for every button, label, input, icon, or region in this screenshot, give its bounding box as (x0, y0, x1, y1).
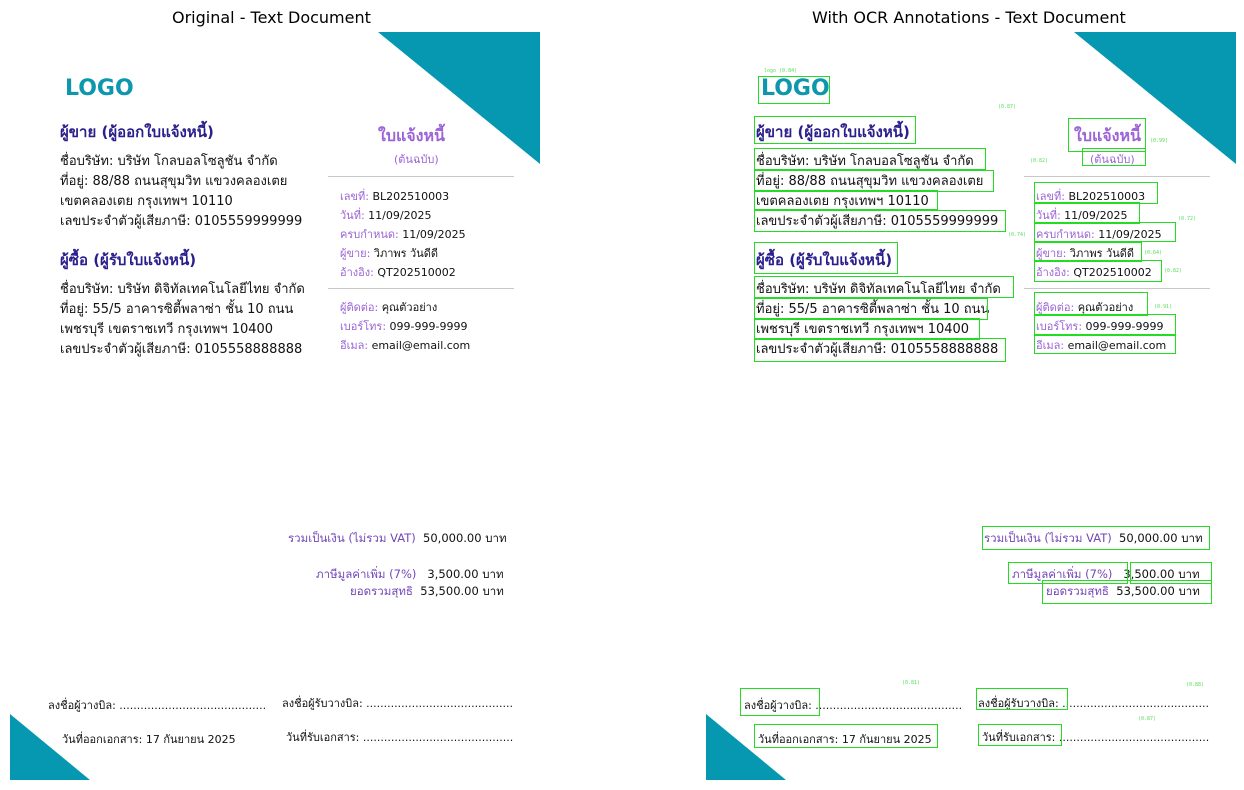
seller-line: ที่อยู่: 88/88 ถนนสุขุมวิท แขวงคลองเตย (60, 174, 288, 189)
annotated-document: LOGO ผู้ขาย (ผู้ออกใบแจ้งหนี้) ชื่อบริษั… (706, 32, 1236, 780)
contact-row: เบอร์โทร: 099-999-9999 (340, 320, 468, 333)
meta-row: อ้างอิง: QT202510002 (340, 266, 456, 279)
ocr-label: (0.88) (1186, 682, 1205, 688)
divider (328, 176, 514, 177)
contact-row: อีเมล: email@email.com (340, 339, 471, 352)
ocr-box (982, 526, 1210, 550)
ocr-box (1034, 202, 1140, 224)
left-panel-title: Original - Text Document (172, 8, 371, 27)
invoice-title: ใบแจ้งหนี้ (378, 126, 445, 145)
biller-signature: ลงชื่อผู้วางบิล: .......................… (48, 699, 267, 712)
seller-line: เลขประจำตัวผู้เสียภาษี: 0105559999999 (60, 214, 303, 229)
buyer-line: ที่อยู่: 55/5 อาคารซิตี้พลาซ่า ชั้น 10 ถ… (60, 302, 294, 317)
ocr-box (754, 318, 980, 340)
ocr-box (1034, 242, 1142, 262)
meta-row: ครบกำหนด: 11/09/2025 (340, 228, 466, 241)
buyer-line: เพชรบุรี เขตราชเทวี กรุงเทพฯ 10400 (60, 322, 274, 337)
right-panel-title: With OCR Annotations - Text Document (812, 8, 1126, 27)
meta-row: ผู้ขาย: วิภาพร วันดีดี (340, 247, 439, 260)
meta-row: วันที่: 11/09/2025 (340, 209, 432, 222)
ocr-box (1042, 580, 1212, 604)
ocr-label: (0.72) (1178, 216, 1197, 222)
receive-date: วันที่รับเอกสาร: .......................… (286, 731, 514, 744)
ocr-box (754, 190, 938, 210)
ocr-label: (0.87) (998, 104, 1017, 110)
invoice-subtitle: (ต้นฉบับ) (394, 153, 439, 166)
ocr-box (758, 76, 830, 104)
ocr-box (978, 724, 1062, 746)
company-logo: LOGO (65, 76, 134, 101)
seller-line: ชื่อบริษัท: บริษัท โกลบอลโซลูชัน จำกัด (60, 154, 278, 169)
ocr-box (1034, 292, 1148, 316)
total-row: ยอดรวมสุทธิ 53,500.00 บาท (350, 584, 504, 598)
ocr-box (754, 116, 916, 144)
ocr-label: (0.74) (1008, 232, 1027, 238)
ocr-label: (0.82) (1030, 158, 1049, 164)
ocr-label: (0.64) (1144, 250, 1163, 256)
ocr-label: (0.82) (1164, 268, 1183, 274)
buyer-line: เลขประจำตัวผู้เสียภาษี: 0105558888888 (60, 342, 303, 357)
ocr-box (1034, 334, 1176, 354)
seller-heading: ผู้ขาย (ผู้ออกใบแจ้งหนี้) (60, 123, 214, 141)
seller-line: เขตคลองเตย กรุงเทพฯ 10110 (60, 194, 233, 209)
ocr-box (976, 688, 1068, 710)
divider (1024, 288, 1210, 289)
buyer-heading: ผู้ซื้อ (ผู้รับใบแจ้งหนี้) (60, 251, 197, 269)
ocr-box (740, 688, 820, 716)
contact-row: ผู้ติดต่อ: คุณตัวอย่าง (340, 301, 438, 314)
buyer-line: ชื่อบริษัท: บริษัท ดิจิทัลเทคโนโลยีไทย จ… (60, 282, 305, 297)
ocr-box (1034, 314, 1176, 336)
total-row: ภาษีมูลค่าเพิ่ม (7%) 3,500.00 บาท (316, 567, 504, 581)
ocr-box (754, 298, 988, 320)
ocr-label: (0.81) (902, 680, 921, 686)
receiver-signature: ลงชื่อผู้รับวางบิล: ....................… (282, 697, 514, 710)
ocr-box (754, 724, 938, 748)
ocr-label: (0.91) (1154, 304, 1173, 310)
ocr-box (1068, 118, 1146, 152)
ocr-box (754, 170, 994, 192)
divider (328, 288, 514, 289)
ocr-box (1034, 222, 1176, 242)
original-document: LOGO ผู้ขาย (ผู้ออกใบแจ้งหนี้) ชื่อบริษั… (10, 32, 540, 780)
ocr-box (1034, 182, 1158, 204)
total-row: รวมเป็นเงิน (ไม่รวม VAT) 50,000.00 บาท (288, 531, 507, 545)
ocr-box (754, 210, 1006, 232)
meta-row: เลขที่: BL202510003 (340, 190, 450, 203)
ocr-label: logo (0.84) (764, 68, 798, 74)
ocr-box (754, 148, 986, 170)
divider (1024, 176, 1210, 177)
ocr-box (754, 242, 898, 274)
ocr-box (754, 276, 1014, 298)
issue-date: วันที่ออกเอกสาร: 17 กันยายน 2025 (62, 733, 236, 746)
ocr-box (754, 338, 1006, 362)
ocr-label: (0.87) (1138, 716, 1157, 722)
ocr-box (1082, 148, 1146, 166)
ocr-box (1034, 260, 1162, 282)
ocr-label: (0.99) (1150, 138, 1169, 144)
